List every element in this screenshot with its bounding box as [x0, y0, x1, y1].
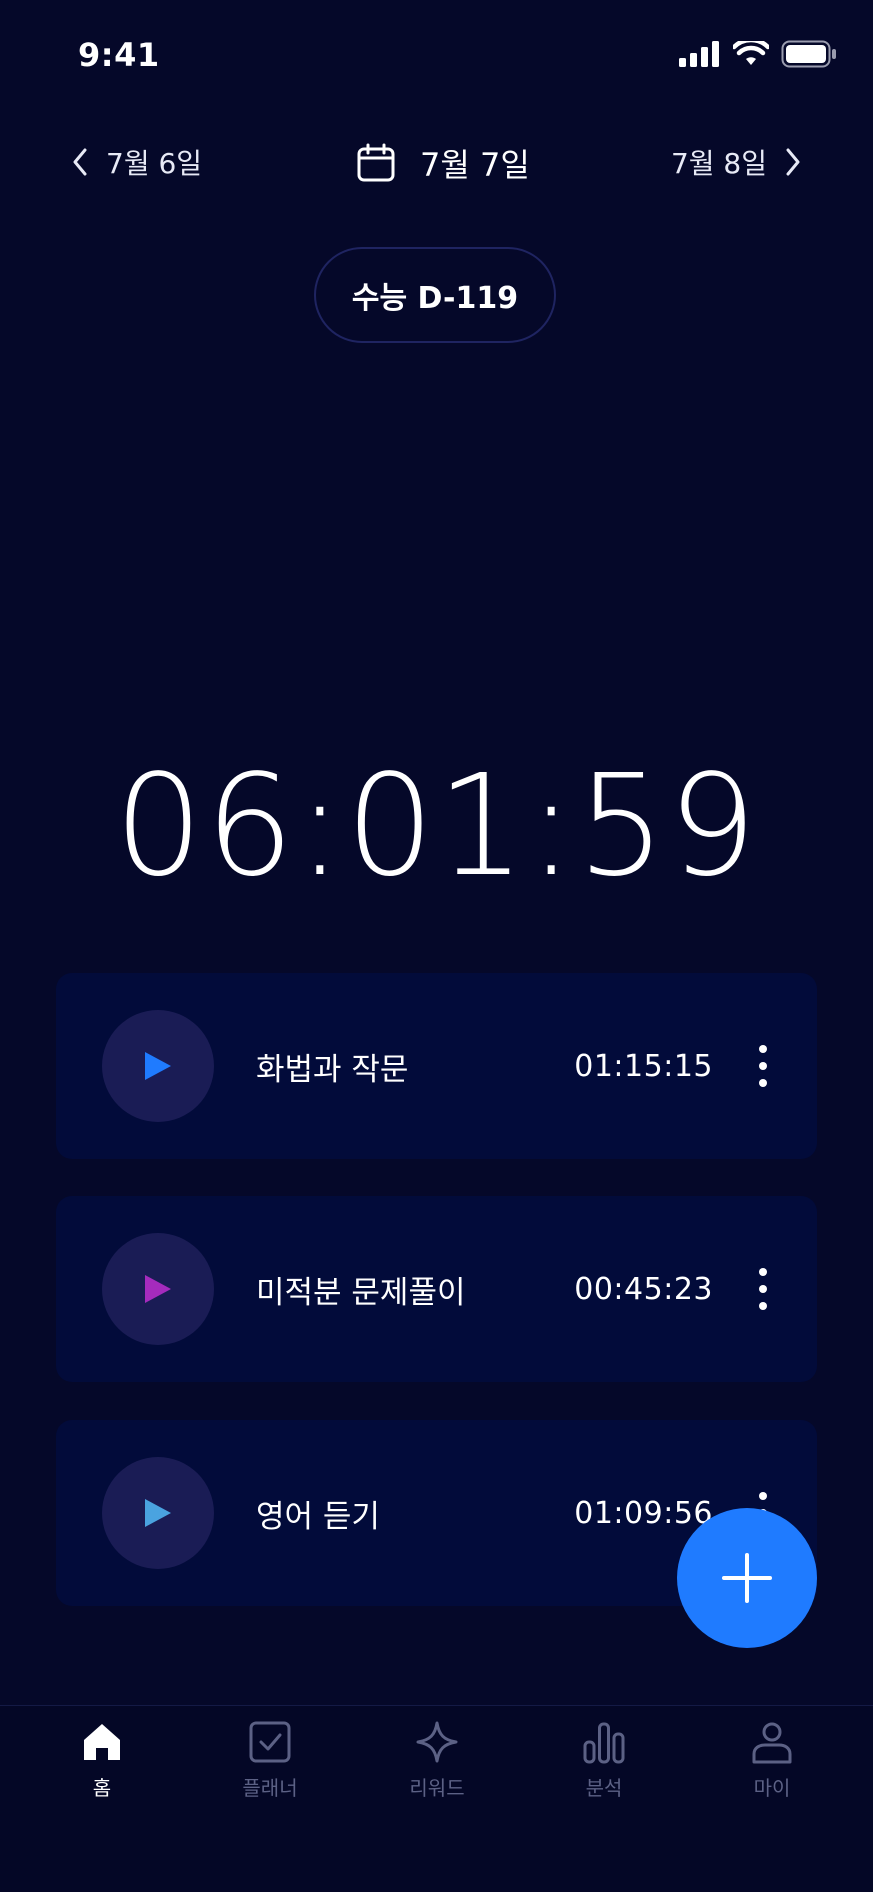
play-icon	[145, 1052, 171, 1080]
play-button[interactable]	[102, 1233, 214, 1345]
checkbox-icon	[249, 1721, 291, 1763]
subject-title: 화법과 작문	[256, 1051, 409, 1088]
subject-time: 01:09:56	[574, 1495, 713, 1531]
add-subject-button[interactable]	[677, 1508, 817, 1648]
sparkle-icon	[416, 1721, 458, 1763]
tab-analysis[interactable]: 분석	[544, 1720, 664, 1801]
play-button[interactable]	[102, 1010, 214, 1122]
tab-reward[interactable]: 리워드	[377, 1720, 497, 1801]
next-day-button[interactable]: 7월 8일	[671, 142, 801, 182]
tab-home[interactable]: 홈	[42, 1720, 162, 1801]
tab-planner[interactable]: 플래너	[210, 1720, 330, 1801]
subject-time: 01:15:15	[574, 1048, 713, 1084]
play-icon	[145, 1499, 171, 1527]
dday-label: 수능 D-119	[351, 281, 519, 316]
bottom-tab-bar: 홈 플래너 리워드 분석 마이	[0, 1705, 873, 1892]
tab-label: 홈	[92, 1776, 112, 1800]
play-button[interactable]	[102, 1457, 214, 1569]
person-icon	[752, 1722, 792, 1764]
calendar-icon	[357, 143, 395, 182]
chevron-left-icon	[73, 148, 87, 176]
tab-label: 마이	[753, 1776, 791, 1800]
battery-icon	[781, 40, 836, 68]
wifi-icon	[733, 41, 769, 65]
subject-title: 영어 듣기	[256, 1498, 380, 1535]
tab-label: 리워드	[409, 1776, 465, 1800]
more-options-icon[interactable]	[753, 1268, 773, 1310]
tab-my[interactable]: 마이	[712, 1720, 832, 1801]
tab-label: 분석	[585, 1776, 623, 1800]
subject-card[interactable]: 미적분 문제풀이 00:45:23	[56, 1196, 817, 1382]
study-timer: 06:01:59	[114, 745, 759, 908]
bar-chart-icon	[583, 1722, 625, 1764]
prev-day-button[interactable]: 7월 6일	[72, 142, 202, 182]
cellular-signal-icon	[679, 41, 719, 67]
dday-badge: 수능 D-119	[314, 247, 556, 343]
chevron-right-icon	[786, 148, 800, 176]
current-date-label: 7월 7일	[420, 146, 530, 184]
prev-day-label: 7월 6일	[106, 147, 203, 180]
home-icon	[84, 1724, 120, 1760]
next-day-label: 7월 8일	[670, 147, 767, 180]
tab-label: 플래너	[242, 1776, 298, 1800]
current-date[interactable]: 7월 7일	[356, 140, 530, 186]
subject-card[interactable]: 화법과 작문 01:15:15	[56, 973, 817, 1159]
status-time: 9:41	[78, 36, 160, 74]
status-icons	[679, 40, 837, 68]
play-icon	[145, 1275, 171, 1303]
subject-time: 00:45:23	[574, 1271, 713, 1307]
subject-title: 미적분 문제풀이	[256, 1274, 466, 1311]
plus-icon	[722, 1553, 772, 1603]
more-options-icon[interactable]	[753, 1045, 773, 1087]
